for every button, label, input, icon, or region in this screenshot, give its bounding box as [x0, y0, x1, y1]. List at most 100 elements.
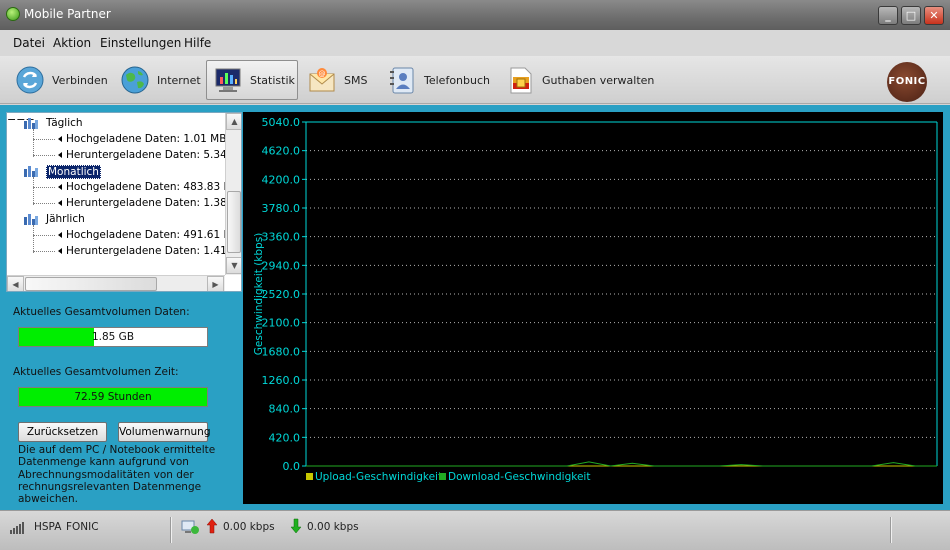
- sim-card-icon: [505, 65, 535, 95]
- y-tick-label: 2940.0: [262, 259, 301, 272]
- provider-name: FONIC: [66, 521, 99, 533]
- tree-connector: [33, 225, 34, 253]
- y-tick-label: 1260.0: [262, 374, 301, 387]
- connect-button[interactable]: Verbinden: [15, 60, 108, 100]
- maximize-button[interactable]: □: [901, 6, 921, 25]
- time-volume-value: 72.59 Stunden: [74, 391, 152, 403]
- tree-node-label[interactable]: Monatlich: [46, 165, 101, 179]
- tree-leaf-label[interactable]: Heruntergeladene Daten: 1.41 G: [66, 245, 238, 257]
- tree-connector: [33, 187, 55, 188]
- tree-leaf-marker: [58, 248, 62, 254]
- scroll-down-button[interactable]: ▼: [226, 257, 241, 274]
- tree-leaf-label[interactable]: Hochgeladene Daten: 1.01 MB: [66, 133, 226, 145]
- download-rate: 0.00 kbps: [307, 521, 359, 533]
- legend-swatch: [306, 473, 313, 480]
- internet-button[interactable]: Internet: [120, 60, 201, 100]
- reset-button[interactable]: Zurücksetzen: [18, 422, 107, 442]
- globe-icon: [120, 65, 150, 95]
- tree-connector: [33, 139, 55, 140]
- y-tick-label: 2520.0: [262, 288, 301, 301]
- statistics-label: Statistik: [250, 73, 295, 87]
- phonebook-label: Telefonbuch: [424, 73, 490, 87]
- scroll-up-button[interactable]: ▲: [226, 113, 241, 130]
- tree-connector: [33, 251, 55, 252]
- menu-einstellungen[interactable]: Einstellungen: [100, 36, 181, 50]
- tree-leaf-marker: [58, 136, 62, 142]
- data-volume-label: Aktuelles Gesamtvolumen Daten:: [13, 306, 190, 318]
- statistics-tree: − Täglich Hochgeladene Daten: 1.01 MB Herun…: [6, 112, 242, 292]
- y-tick-label: 4200.0: [262, 173, 301, 186]
- upload-arrow-icon: [206, 518, 218, 537]
- tree-leaf-label[interactable]: Heruntergeladene Daten: 5.34 M: [66, 149, 239, 161]
- tree-leaf-label[interactable]: Hochgeladene Daten: 491.61 MB: [66, 229, 240, 241]
- y-tick-label: 840.0: [269, 403, 301, 416]
- volume-disclaimer: Die auf dem PC / Notebook ermittelte Dat…: [18, 444, 216, 506]
- tree-leaf-marker: [58, 184, 62, 190]
- statistics-icon: [213, 65, 243, 95]
- phonebook-button[interactable]: Telefonbuch: [387, 60, 490, 100]
- tree-connector: [33, 203, 55, 204]
- manage-credit-label: Guthaben verwalten: [542, 73, 655, 87]
- legend-label: Upload-Geschwindigkeit: [315, 471, 442, 483]
- scroll-left-button[interactable]: ◀: [7, 276, 24, 291]
- tree-vertical-scrollbar[interactable]: ▲ ▼: [225, 113, 241, 275]
- svg-text:@: @: [319, 70, 326, 78]
- speed-chart-svg: 0.0 420.0 840.0 1260.0 1680.0 2100.0 2520.0 294…: [253, 116, 938, 483]
- y-tick-label: 1680.0: [262, 345, 301, 358]
- speed-chart: 0.0 420.0 840.0 1260.0 1680.0 2100.0 2520.0 294…: [243, 112, 943, 504]
- y-tick-label: 2100.0: [262, 317, 301, 330]
- upload-rate: 0.00 kbps: [223, 521, 275, 533]
- tree-collapse-toggle[interactable]: −: [7, 113, 16, 126]
- internet-label: Internet: [157, 73, 201, 87]
- signal-strength-icon: [10, 520, 28, 537]
- time-volume-bar: 72.59 Stunden: [18, 387, 208, 407]
- window-title: Mobile Partner: [24, 7, 111, 21]
- data-volume-bar: 1.85 GB: [18, 327, 208, 347]
- menu-aktion[interactable]: Aktion: [53, 36, 91, 50]
- connection-icon: [181, 519, 201, 538]
- y-tick-label: 3780.0: [262, 202, 301, 215]
- toolbar: Verbinden Internet Statistik @ SMS Telef…: [0, 56, 950, 104]
- tree-connector: [33, 177, 34, 205]
- y-tick-label: 5040.0: [262, 116, 301, 129]
- legend-swatch: [439, 473, 446, 480]
- vertical-scroll-thumb[interactable]: [227, 191, 241, 253]
- fonic-logo: FONIC: [887, 62, 927, 102]
- series-line: [306, 461, 937, 467]
- tree-node-label[interactable]: Täglich: [46, 117, 83, 129]
- tree-node-label[interactable]: Jährlich: [46, 213, 85, 225]
- status-divider-right: [890, 517, 892, 543]
- horizontal-scroll-thumb[interactable]: [25, 277, 157, 291]
- scroll-right-button[interactable]: ▶: [207, 276, 224, 291]
- data-volume-value: 1.85 GB: [91, 331, 135, 343]
- chart-panel: 0.0 420.0 840.0 1260.0 1680.0 2100.0 2520.0 294…: [243, 105, 950, 510]
- bar-chart-node-icon: [24, 166, 38, 177]
- tree-connector: [33, 155, 55, 156]
- tree-leaf-marker: [58, 232, 62, 238]
- tree-connector: [33, 129, 34, 157]
- title-bar: Mobile Partner _ □ ✕: [0, 0, 950, 30]
- minimize-button[interactable]: _: [878, 6, 898, 25]
- tree-horizontal-scrollbar[interactable]: ◀ ▶: [7, 275, 225, 291]
- sms-button[interactable]: @ SMS: [307, 60, 367, 100]
- y-tick-label: 3360.0: [262, 231, 301, 244]
- y-tick-label: 420.0: [269, 431, 301, 444]
- statistics-button[interactable]: Statistik: [206, 60, 298, 100]
- download-arrow-icon: [290, 518, 302, 537]
- sms-envelope-icon: @: [307, 65, 337, 95]
- menu-datei[interactable]: Datei: [13, 36, 45, 50]
- tree-leaf-label[interactable]: Hochgeladene Daten: 483.83 MB: [66, 181, 240, 193]
- phonebook-icon: [387, 65, 417, 95]
- volume-warning-button[interactable]: Volumenwarnung: [118, 422, 211, 442]
- close-button[interactable]: ✕: [924, 6, 944, 25]
- bar-chart-node-icon: [24, 214, 38, 225]
- tree-leaf-marker: [58, 152, 62, 158]
- connect-icon: [15, 65, 45, 95]
- sms-label: SMS: [344, 73, 368, 87]
- menu-hilfe[interactable]: Hilfe: [184, 36, 211, 50]
- legend-label: Download-Geschwindigkeit: [448, 471, 590, 483]
- manage-credit-button[interactable]: Guthaben verwalten: [505, 60, 654, 100]
- menu-bar: Datei Aktion Einstellungen Hilfe: [0, 30, 950, 56]
- tree-leaf-label[interactable]: Heruntergeladene Daten: 1.38 G: [66, 197, 238, 209]
- y-tick-label: 0.0: [283, 460, 301, 473]
